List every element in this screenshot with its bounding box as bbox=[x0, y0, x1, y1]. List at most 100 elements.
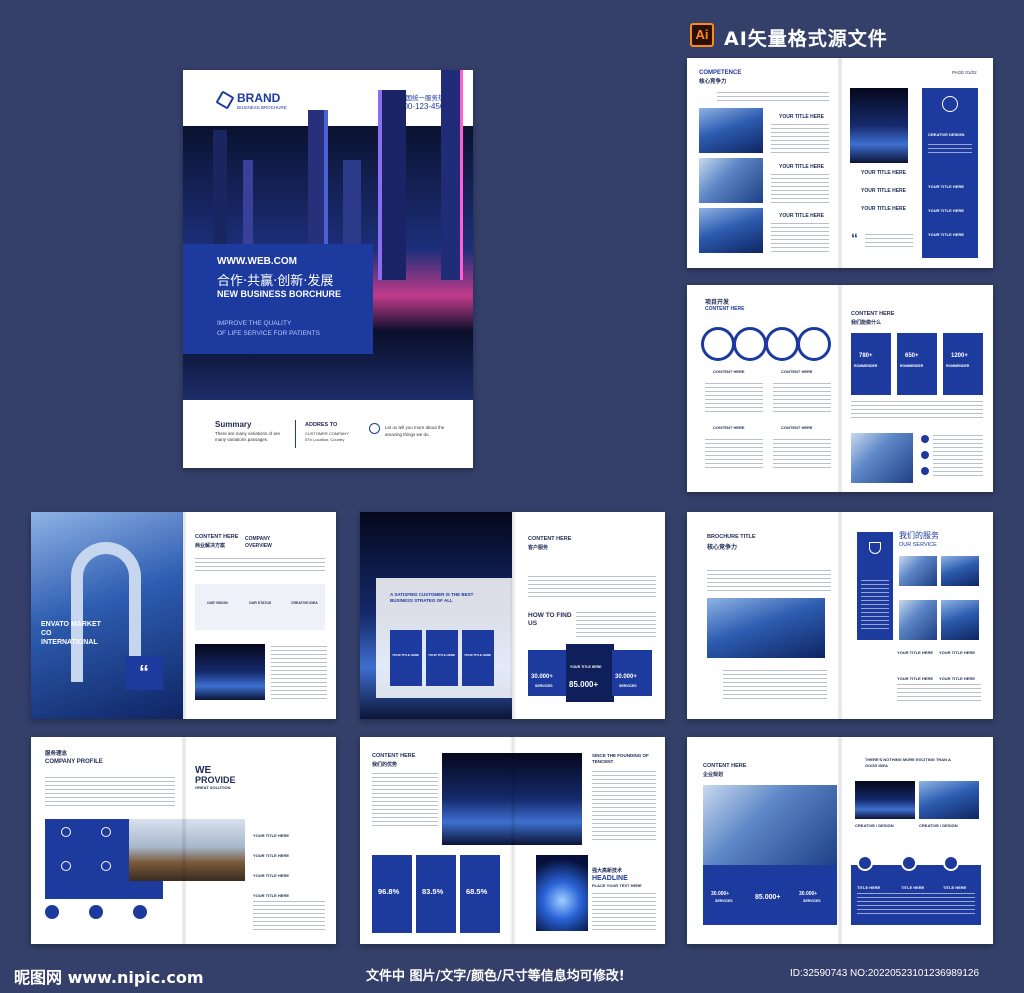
plan-icon-3 bbox=[943, 855, 959, 871]
plan-icon-1 bbox=[857, 855, 873, 871]
footer-notice: 文件中 图片/文字/颜色/尺寸等信息均可修改! bbox=[366, 969, 625, 984]
panel-item-title-1: YOUR TITLE HERE bbox=[928, 184, 965, 189]
project-title-cn: 项目开发 bbox=[705, 300, 730, 306]
tencent-title-en: CONTENT HERE bbox=[372, 753, 416, 759]
profile-dot-1 bbox=[45, 905, 59, 919]
footer-id: ID:32590743 NO:20220523101236989126 bbox=[790, 968, 980, 979]
service-photo-1 bbox=[899, 556, 937, 586]
service-cn: 我们的服务 bbox=[899, 531, 939, 540]
title-here-2: TITLE HERE bbox=[901, 885, 925, 890]
competence-item-title-4: YOUR TITLE HERE bbox=[861, 170, 907, 176]
brochure-title-en: BROCHURE TITLE bbox=[707, 534, 756, 540]
profile-icon-4 bbox=[101, 861, 111, 871]
title-here-3: TITLE HERE bbox=[943, 885, 967, 890]
summary-title: Summary bbox=[215, 420, 252, 429]
project-content-cn: 我们能做什么 bbox=[851, 320, 882, 326]
panel-item-title-3: YOUR TITLE HERE bbox=[928, 232, 965, 237]
competence-item-title-6: YOUR TITLE HERE bbox=[861, 206, 907, 212]
cover-tagline-2: OF LIFE SERVICE FOR PATIENTS bbox=[217, 330, 320, 337]
percent-value-2: 83.5% bbox=[422, 887, 444, 896]
brand-subtitle: BUSINESS BROCHURE bbox=[237, 105, 287, 110]
percent-card-1: 96.8% bbox=[372, 855, 412, 933]
cover-page: BRAND BUSINESS BROCHURE 全国统一服务热线 400-123… bbox=[183, 70, 473, 468]
project-title-en: CONTENT HERE bbox=[705, 306, 745, 312]
bullet-icon-3 bbox=[921, 467, 929, 475]
profile-icon-1 bbox=[61, 827, 71, 837]
plan-stat-mid: 85.000+ bbox=[755, 894, 781, 901]
page-number: PAGE 01/02 bbox=[952, 70, 977, 75]
profile-icon-3 bbox=[61, 861, 71, 871]
service-list-panel bbox=[857, 532, 893, 640]
summary-text-2: many variations passages. bbox=[215, 437, 269, 442]
spread-brochure: BROCHURE TITLE 核心竞争力 我们的服务 OUR SERVICE Y… bbox=[687, 512, 993, 719]
percent-card-2: 83.5% bbox=[416, 855, 456, 933]
customer-box-1: YOUR TITLE HERE bbox=[390, 630, 422, 686]
skyscraper-photo bbox=[195, 644, 265, 700]
exciting-text: THERE'S NOTHING MORE EXCITING THAN A GOO… bbox=[865, 757, 951, 768]
tower-photo bbox=[851, 433, 913, 483]
network-icon bbox=[765, 327, 799, 361]
stat-mid-value: 85.000+ bbox=[569, 680, 599, 689]
profile-title-cn: 服务理念 bbox=[45, 751, 68, 757]
brochure-item-4: YOUR TITLE HERE bbox=[939, 676, 976, 681]
address-line-1: CUSTOMER COMPANY bbox=[305, 431, 349, 436]
competence-item-title-5: YOUR TITLE HERE bbox=[861, 188, 907, 194]
how-to-find: HOW TO FIND US bbox=[528, 612, 572, 627]
headline-cn: 强大高新技术 bbox=[592, 868, 623, 874]
creative-label-2: CREATIVE / DESIGN bbox=[919, 823, 958, 828]
quote-box-icon: “ bbox=[139, 662, 149, 684]
summary-text-1: There are many variations of are bbox=[215, 431, 281, 436]
watermark: 昵图网 www.nipic.com bbox=[14, 968, 204, 987]
stat-label-2: ROMMENDER bbox=[900, 364, 924, 368]
place-text: PLACE YOUR TEXT HERE bbox=[592, 883, 642, 888]
stat-right-box: 30.000+ SERVICES bbox=[612, 650, 652, 696]
quote-box: “ bbox=[125, 656, 163, 690]
address-line-2: 5Th Location, Country bbox=[305, 437, 345, 442]
cover-divider bbox=[295, 420, 296, 448]
cover-slogan-en: NEW BUSINESS BORCHURE bbox=[217, 289, 342, 299]
stat-left-value: 30.000+ bbox=[531, 674, 553, 680]
since-founding: SINCE THE FOUNDING OF TENCENT bbox=[592, 753, 649, 764]
profile-item-4: YOUR TITLE HERE bbox=[253, 893, 290, 898]
plan-title-band: TITLE HERE TITLE HERE TITLE HERE bbox=[851, 865, 981, 925]
contact-line-2: amazing things we do. bbox=[385, 432, 430, 437]
customer-title-en: CONTENT HERE bbox=[528, 536, 572, 542]
search-icon bbox=[701, 327, 735, 361]
spread-customer: A SATISFIED CUSTOMER IS THE BEST BUSINES… bbox=[360, 512, 665, 719]
plan-stat-right-label: SERVICES bbox=[803, 899, 821, 903]
service-en: OUR SERVICE bbox=[899, 542, 937, 548]
cover-web: WWW.WEB.COM bbox=[217, 256, 297, 267]
customer-box-3: YOUR TITLE HERE bbox=[462, 630, 494, 686]
light-beam-photo bbox=[536, 855, 588, 931]
spread-project: 项目开发 CONTENT HERE CONTENT HERE CONTENT H… bbox=[687, 285, 993, 492]
spread-competence: COMPETENCE 核心竞争力 YOUR TITLE HERE YOUR TI… bbox=[687, 58, 993, 268]
competence-item-title-2: YOUR TITLE HERE bbox=[779, 164, 825, 170]
stat-card-2: 650+ ROMMENDER bbox=[897, 333, 937, 395]
plan-stat-band: 30.000+ SERVICES 85.000+ 30.000+ SERVICE… bbox=[703, 865, 837, 925]
headline: HEADLINE bbox=[592, 875, 628, 882]
label-vision: OUR VISION bbox=[207, 601, 228, 605]
office-photo bbox=[703, 785, 837, 867]
profile-title-en: COMPANY PROFILE bbox=[45, 759, 103, 765]
project-item-1: CONTENT HERE bbox=[713, 369, 745, 374]
stat-card-1: 780+ ROMMENDER bbox=[851, 333, 891, 395]
title-here-1: TITLE HERE bbox=[857, 885, 881, 890]
customer-box-label-1: YOUR TITLE HERE bbox=[392, 653, 420, 657]
competence-item-title-3: YOUR TITLE HERE bbox=[779, 213, 825, 219]
service-photo-3 bbox=[899, 600, 937, 640]
stat-right-label: SERVICES bbox=[619, 684, 637, 688]
house-photo bbox=[129, 819, 245, 881]
project-item-4: CONTENT HERE bbox=[781, 425, 813, 430]
profile-dot-2 bbox=[89, 905, 103, 919]
envato-content-title: CONTENT HERE bbox=[195, 534, 239, 540]
cover-slogan-box: WWW.WEB.COM 合作·共赢·创新·发展 NEW BUSINESS BOR… bbox=[183, 244, 373, 354]
plan-photo-1 bbox=[855, 781, 915, 819]
cover-tagline-1: IMPROVE THE QUALITY bbox=[217, 320, 292, 327]
stat-right-value: 30.000+ bbox=[615, 674, 637, 680]
customer-box-2: YOUR TITLE HERE bbox=[426, 630, 458, 686]
percent-value-3: 68.5% bbox=[466, 887, 488, 896]
plan-title-en: CONTENT HERE bbox=[703, 763, 747, 769]
project-item-2: CONTENT HERE bbox=[781, 369, 813, 374]
project-content-title: CONTENT HERE bbox=[851, 311, 895, 317]
bullet-icon-2 bbox=[921, 451, 929, 459]
